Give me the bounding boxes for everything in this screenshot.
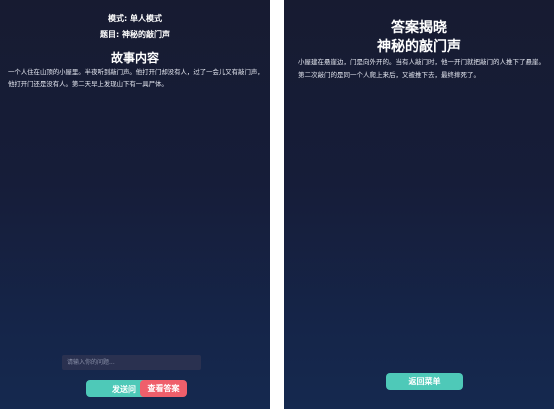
back-to-menu-button[interactable]: 返回菜单 [386, 373, 463, 390]
game-screen: 模式: 单人模式 题目: 神秘的敲门声 故事内容 一个人住在山顶的小屋里。半夜听… [0, 0, 270, 409]
answer-text: 小屋建在悬崖边，门是向外开的。当有人敲门时，他一开门就把敲门的人推下了悬崖。第二… [298, 58, 545, 79]
puzzle-title-label: 题目: 神秘的敲门声 [100, 30, 170, 39]
mode-label: 模式: 单人模式 [108, 14, 162, 23]
answer-puzzle-title: 神秘的敲门声 [377, 39, 461, 55]
question-input[interactable] [62, 355, 201, 370]
answer-screen: 答案揭晓 神秘的敲门声 小屋建在悬崖边，门是向外开的。当有人敲门时，他一开门就把… [284, 0, 554, 409]
story-text: 一个人住在山顶的小屋里。半夜听到敲门声。他打开门却没有人，过了一会儿又有敲门声，… [8, 68, 264, 88]
story-heading: 故事内容 [110, 51, 159, 65]
answer-heading: 答案揭晓 [391, 20, 447, 36]
reveal-answer-button[interactable]: 查看答案 [140, 380, 187, 397]
